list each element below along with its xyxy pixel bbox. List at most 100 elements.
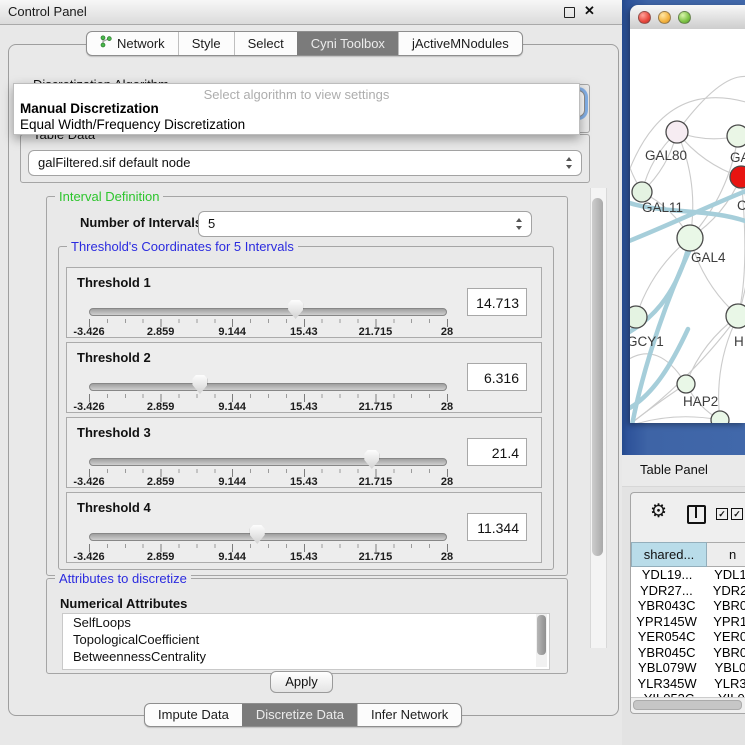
zoom-button[interactable]	[678, 11, 691, 24]
network-icon	[100, 35, 112, 52]
network-node[interactable]	[727, 125, 745, 147]
axis-tick-label: 21.715	[359, 326, 393, 338]
network-node[interactable]	[630, 306, 647, 328]
dropdown-option-equal-width-frequency[interactable]: Equal Width/Frequency Discretization	[20, 117, 245, 132]
combobox-value: 5	[208, 212, 215, 235]
table-row[interactable]: YDR27...YDR2	[631, 583, 745, 599]
table-row[interactable]: YBR045CYBR0	[631, 645, 745, 661]
threshold-value-field[interactable]: 11.344	[467, 513, 527, 541]
dropdown-option-manual-discretization[interactable]: Manual Discretization	[20, 101, 159, 116]
slider-track[interactable]	[89, 383, 447, 391]
slider-tick-labels: -3.4262.8599.14415.4321.71528	[89, 551, 447, 563]
threshold-2-slider[interactable]: -3.4262.8599.14415.4321.71528	[89, 373, 447, 411]
cell: YPR1	[702, 614, 745, 630]
network-node[interactable]	[677, 225, 703, 251]
column-header-shared-name[interactable]: shared...	[631, 542, 707, 567]
cell: YDR2	[702, 583, 745, 599]
dropdown-placeholder: Select algorithm to view settings	[14, 87, 579, 102]
checkbox-icon[interactable]: ✓	[731, 508, 743, 520]
table-data-combobox[interactable]: galFiltered.sif default node	[28, 150, 582, 176]
combobox-stepper-icon	[516, 218, 523, 230]
slider-thumb[interactable]	[250, 525, 265, 544]
network-view-window: GAL80GACGAL11GAL4GCY1HHAP2	[630, 5, 745, 423]
network-node-label: GAL4	[691, 250, 726, 265]
network-node[interactable]	[730, 166, 745, 188]
table-row[interactable]: YLR345WYLR3	[631, 676, 745, 692]
table-row[interactable]: YPR145WYPR1	[631, 614, 745, 630]
gear-icon[interactable]: ⚙	[650, 501, 667, 523]
network-node[interactable]	[632, 182, 652, 202]
network-node[interactable]	[711, 411, 729, 423]
tab-network[interactable]: Network	[87, 32, 178, 55]
cell: YBL079W	[631, 660, 704, 676]
axis-tick-label: 9.144	[218, 476, 246, 488]
column-header-name[interactable]: n	[707, 542, 745, 567]
threshold-1-slider[interactable]: -3.4262.8599.14415.4321.71528	[89, 298, 447, 336]
tab-impute-data[interactable]: Impute Data	[145, 704, 242, 726]
axis-tick-label: 28	[441, 326, 453, 338]
threshold-label: Threshold 1	[77, 275, 151, 290]
axis-tick-label: 15.43	[290, 476, 318, 488]
bottom-tab-strip: Impute Data Discretize Data Infer Networ…	[144, 703, 462, 727]
tab-select[interactable]: Select	[234, 32, 297, 55]
threshold-4-box: Threshold 4 -3.4262.8599.14415.4321.7152…	[66, 492, 542, 563]
tab-style[interactable]: Style	[178, 32, 234, 55]
tab-label: Infer Network	[371, 707, 448, 723]
network-node[interactable]	[677, 375, 695, 393]
list-item[interactable]: BetweennessCentrality	[63, 648, 549, 665]
table-row[interactable]: YBL079WYBL0	[631, 660, 745, 676]
tab-cyni-toolbox[interactable]: Cyni Toolbox	[297, 32, 398, 55]
network-node-label: GCY1	[630, 334, 664, 349]
table-row[interactable]: YDL19...YDL1	[631, 567, 745, 583]
slider-thumb[interactable]	[192, 375, 207, 394]
axis-tick-label: 21.715	[359, 476, 393, 488]
cell: YER0	[702, 629, 745, 645]
threshold-value-field[interactable]: 6.316	[467, 363, 527, 391]
table-hscrollbar-thumb[interactable]	[633, 700, 742, 710]
cell: YER054C	[631, 629, 702, 645]
threshold-3-slider[interactable]: -3.4262.8599.14415.4321.71528	[89, 448, 447, 486]
float-window-icon[interactable]	[564, 7, 575, 18]
minimize-button[interactable]	[658, 11, 671, 24]
network-node[interactable]	[666, 121, 688, 143]
tab-jactivemnodules[interactable]: jActiveMNodules	[398, 32, 522, 55]
number-of-intervals-combobox[interactable]: 5	[198, 211, 532, 237]
table-row[interactable]: YER054CYER0	[631, 629, 745, 645]
network-canvas[interactable]: GAL80GACGAL11GAL4GCY1HHAP2	[630, 29, 745, 423]
axis-tick-label: 21.715	[359, 401, 393, 413]
number-of-intervals-label: Number of Intervals	[80, 215, 202, 230]
cell: YDL1	[703, 567, 745, 583]
slider-track[interactable]	[89, 533, 447, 541]
panel-scrollbar-thumb[interactable]	[592, 198, 603, 556]
list-scrollbar-thumb[interactable]	[537, 615, 546, 655]
table-row[interactable]: YBR043CYBR0	[631, 598, 745, 614]
split-table-icon[interactable]	[687, 505, 706, 524]
threshold-4-slider[interactable]: -3.4262.8599.14415.4321.71528	[89, 523, 447, 561]
combobox-stepper-icon	[566, 157, 573, 169]
numerical-attributes-list: SelfLoops TopologicalCoefficient Between…	[62, 613, 550, 670]
axis-tick-label: 28	[441, 401, 453, 413]
network-node[interactable]	[726, 304, 745, 328]
threshold-value-field[interactable]: 21.4	[467, 438, 527, 466]
checkbox-icon[interactable]: ✓	[716, 508, 728, 520]
close-button[interactable]	[638, 11, 651, 24]
slider-thumb[interactable]	[364, 450, 379, 469]
apply-button[interactable]: Apply	[270, 671, 333, 693]
slider-track[interactable]	[89, 308, 447, 316]
table-panel-header: Table Panel	[622, 455, 745, 487]
network-graph[interactable]: GAL80GACGAL11GAL4GCY1HHAP2	[630, 29, 745, 423]
list-item[interactable]: SelfLoops	[63, 614, 549, 631]
cell: YLR345W	[631, 676, 703, 692]
network-edge	[677, 76, 745, 132]
list-item[interactable]: TopologicalCoefficient	[63, 631, 549, 648]
threshold-value-field[interactable]: 14.713	[467, 288, 527, 316]
slider-thumb[interactable]	[288, 300, 303, 319]
tab-discretize-data[interactable]: Discretize Data	[242, 704, 357, 726]
threshold-1-box: Threshold 1 -3.4262.8599.14415.4321.7152…	[66, 267, 542, 338]
slider-track[interactable]	[89, 458, 447, 466]
tab-infer-network[interactable]: Infer Network	[357, 704, 461, 726]
close-icon[interactable]: ✕	[584, 3, 595, 19]
toolbox-tab-strip: Network Style Select Cyni Toolbox jActiv…	[86, 31, 523, 56]
table-rows: YDL19...YDL1 YDR27...YDR2 YBR043CYBR0 YP…	[631, 567, 745, 697]
cell: YLR3	[703, 676, 745, 692]
